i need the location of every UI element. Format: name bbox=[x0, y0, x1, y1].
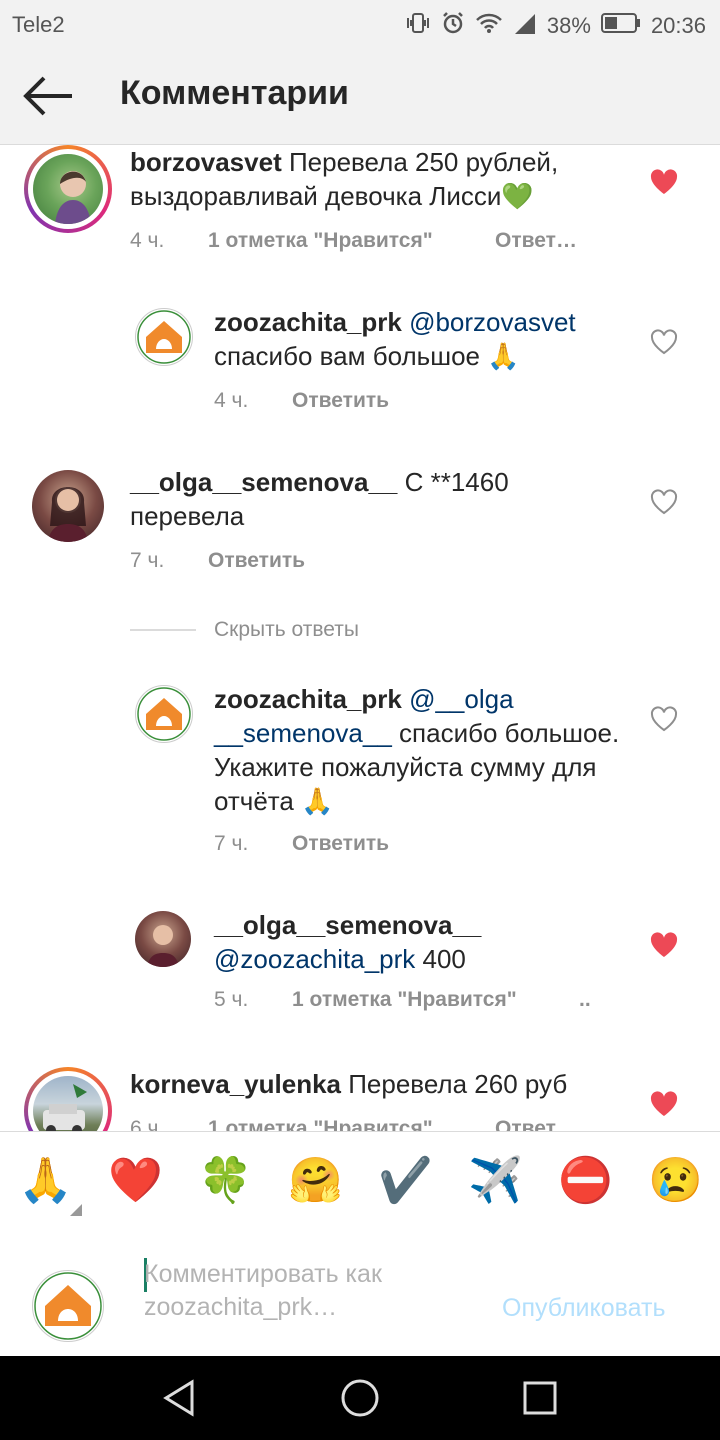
emoji-button[interactable]: 🍀 bbox=[198, 1154, 253, 1208]
comment-username[interactable]: zoozachita_prk bbox=[214, 684, 402, 714]
nav-recents-icon[interactable] bbox=[518, 1376, 562, 1420]
heart-filled-icon[interactable] bbox=[650, 932, 678, 958]
comment-time: 7 ч. bbox=[214, 832, 249, 855]
emoji-button[interactable]: ⛔ bbox=[558, 1154, 613, 1208]
comment-time: 6 ч. bbox=[130, 1117, 165, 1131]
hide-replies-toggle[interactable]: Скрыть ответы bbox=[130, 618, 359, 642]
comment-username[interactable]: zoozachita_prk bbox=[214, 307, 402, 337]
likes-count[interactable]: 1 отметка "Нравится" bbox=[208, 229, 495, 253]
reply-button[interactable]: Ответ bbox=[495, 1117, 556, 1131]
avatar[interactable] bbox=[135, 308, 193, 366]
comment-username[interactable]: __olga__semenova__ bbox=[130, 467, 397, 497]
reply-item: __olga__semenova__ @zoozachita_prk 400 5 … bbox=[0, 908, 720, 1038]
heart-outline-icon[interactable] bbox=[650, 489, 678, 515]
comment-time: 4 ч. bbox=[214, 389, 249, 412]
reply-button[interactable]: Ответить bbox=[208, 549, 305, 573]
comment-text: __olga__semenova__ С **1460 перевела bbox=[130, 467, 509, 531]
mention-link[interactable]: @zoozachita_prk bbox=[214, 944, 415, 974]
page-title: Комментарии bbox=[120, 74, 349, 112]
reply-button[interactable]: Ответ… bbox=[495, 229, 577, 253]
comment-text: zoozachita_prk @__olga __semenova__ спас… bbox=[214, 684, 620, 816]
emoji-button[interactable]: ✈️ bbox=[468, 1154, 523, 1208]
story-ring[interactable] bbox=[24, 1067, 112, 1131]
carrier-label: Tele2 bbox=[12, 12, 65, 37]
heart-filled-icon[interactable] bbox=[650, 1091, 678, 1117]
wifi-icon bbox=[475, 12, 503, 40]
emoji-expand-icon bbox=[70, 1204, 82, 1216]
status-icons: 38% 20:36 bbox=[405, 11, 706, 41]
reply-item: zoozachita_prk @__olga __semenova__ спас… bbox=[0, 682, 720, 872]
emoji-button[interactable]: ✔️ bbox=[378, 1154, 433, 1208]
comment-meta: 4 ч. 1 отметка "Нравится" Ответ… bbox=[130, 229, 577, 253]
story-ring[interactable] bbox=[24, 145, 112, 233]
post-button[interactable]: Опубликовать bbox=[502, 1294, 665, 1323]
emoji-button[interactable]: 🙏 bbox=[18, 1154, 73, 1208]
comment-time: 4 ч. bbox=[130, 229, 165, 252]
comment-time: 5 ч. bbox=[214, 988, 249, 1011]
emoji-quick-bar: 🙏 ❤️ 🍀 🤗 ✔️ ✈️ ⛔ 😢 bbox=[0, 1131, 720, 1229]
hide-replies-label: Скрыть ответы bbox=[214, 618, 359, 641]
comment-username[interactable]: borzovasvet bbox=[130, 147, 282, 177]
avatar[interactable] bbox=[32, 470, 104, 542]
comment-item: borzovasvet Перевела 250 рублей, выздора… bbox=[0, 145, 720, 285]
avatar bbox=[32, 1270, 104, 1342]
comment-time: 7 ч. bbox=[130, 549, 165, 572]
emoji-button[interactable]: 🤗 bbox=[288, 1154, 343, 1208]
emoji-button[interactable]: ❤️ bbox=[108, 1154, 163, 1208]
comment-username[interactable]: __olga__semenova__ bbox=[214, 910, 481, 940]
emoji-button[interactable]: 😢 bbox=[648, 1154, 703, 1208]
comment-text: korneva_yulenka Перевела 260 руб bbox=[130, 1069, 568, 1099]
alarm-icon bbox=[441, 11, 465, 41]
system-nav-bar bbox=[0, 1356, 720, 1440]
comment-item: __olga__semenova__ С **1460 перевела 7 ч… bbox=[0, 465, 720, 595]
avatar bbox=[33, 154, 103, 224]
likes-count[interactable]: 1 отметка "Нравится" bbox=[208, 1117, 495, 1131]
nav-back-icon[interactable] bbox=[158, 1376, 202, 1420]
heart-outline-icon[interactable] bbox=[650, 329, 678, 355]
comment-item: korneva_yulenka Перевела 260 руб 6 ч. 1 … bbox=[0, 1067, 720, 1131]
comment-input[interactable]: Комментировать как zoozachita_prk… bbox=[144, 1258, 484, 1324]
status-bar: Tele2 38% 20:36 bbox=[0, 0, 720, 48]
comment-meta: 5 ч. 1 отметка "Нравится" .. bbox=[214, 988, 591, 1012]
comment-meta: 7 ч. Ответить bbox=[130, 549, 305, 573]
comment-text: borzovasvet Перевела 250 рублей, выздора… bbox=[130, 147, 559, 211]
comment-composer: Комментировать как zoozachita_prk… Опубл… bbox=[0, 1228, 720, 1356]
nav-home-icon[interactable] bbox=[338, 1376, 382, 1420]
comment-meta: 4 ч. Ответить bbox=[214, 389, 389, 413]
battery-icon bbox=[600, 12, 641, 40]
app-header: Комментарии bbox=[0, 48, 720, 145]
comment-text: __olga__semenova__ @zoozachita_prk 400 bbox=[214, 910, 482, 974]
reply-button[interactable]: .. bbox=[579, 988, 591, 1012]
divider bbox=[130, 629, 196, 631]
comment-text: zoozachita_prk @borzovasvet спасибо вам б… bbox=[214, 307, 576, 371]
signal-icon bbox=[513, 12, 537, 40]
heart-filled-icon[interactable] bbox=[650, 169, 678, 195]
comment-username[interactable]: korneva_yulenka bbox=[130, 1069, 341, 1099]
likes-count[interactable]: 1 отметка "Нравится" bbox=[292, 988, 579, 1012]
vibrate-icon bbox=[405, 11, 431, 41]
reply-item: zoozachita_prk @borzovasvet спасибо вам б… bbox=[0, 305, 720, 435]
comment-meta: 6 ч. 1 отметка "Нравится" Ответ bbox=[130, 1117, 556, 1131]
mention-link[interactable]: @borzovasvet bbox=[409, 307, 576, 337]
comments-list[interactable]: borzovasvet Перевела 250 рублей, выздора… bbox=[0, 145, 720, 1131]
back-arrow-icon[interactable] bbox=[22, 76, 74, 116]
clock: 20:36 bbox=[650, 13, 706, 38]
battery-percent: 38% bbox=[546, 13, 591, 38]
heart-outline-icon[interactable] bbox=[650, 706, 678, 732]
reply-button[interactable]: Ответить bbox=[292, 832, 389, 856]
reply-button[interactable]: Ответить bbox=[292, 389, 389, 413]
avatar[interactable] bbox=[135, 911, 191, 967]
comment-meta: 7 ч. Ответить bbox=[214, 832, 389, 856]
avatar[interactable] bbox=[135, 685, 193, 743]
